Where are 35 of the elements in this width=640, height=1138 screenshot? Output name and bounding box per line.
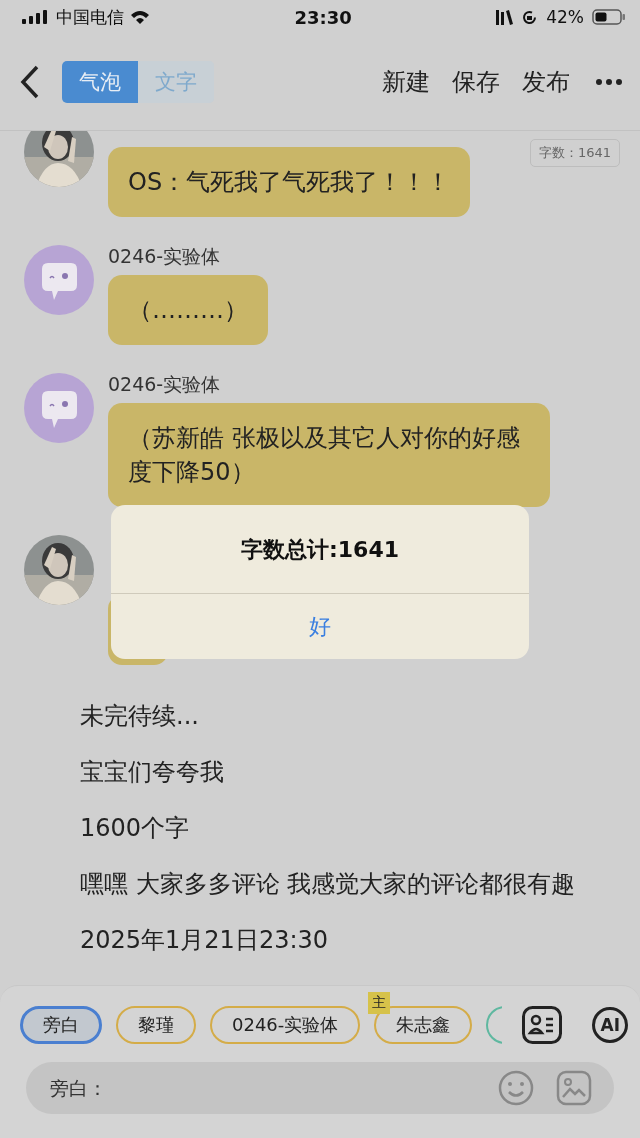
story-text: 1600个字 <box>79 813 191 844</box>
message-bubble: OS：气死我了气死我了！！！ <box>108 147 471 217</box>
toolbar-action[interactable]: 新建 <box>382 66 430 98</box>
carrier-name: 中国电信 <box>56 5 124 29</box>
wifi-icon <box>130 9 150 25</box>
bars-icon <box>496 9 514 25</box>
back-button[interactable] <box>20 65 40 99</box>
role-chip[interactable]: 0246-实验体 <box>210 1006 361 1044</box>
battery-percent: 42% <box>546 7 584 27</box>
role-chip[interactable]: 旁白 <box>20 1006 102 1044</box>
message-bubble: （苏新皓 张极以及其它人对你的好感度下降50） <box>108 403 550 507</box>
ai-button[interactable]: AI <box>592 1007 629 1043</box>
message-input[interactable]: 旁白： <box>48 1076 476 1100</box>
toolbar-action[interactable]: 发布 <box>522 66 570 98</box>
message-field[interactable]: 旁白： <box>26 1062 614 1114</box>
chat-bubble-avatar <box>24 245 94 315</box>
clock-time: 23:30 <box>293 6 353 28</box>
battery-icon <box>592 9 626 25</box>
sender-name: 0246-实验体 <box>108 373 221 395</box>
main-role-tag: 主 <box>368 992 391 1014</box>
more-icon[interactable] <box>596 79 622 85</box>
word-count-badge: 字数：1641 <box>529 139 620 167</box>
toolbar-action[interactable]: 保存 <box>452 66 500 98</box>
message-bubble: （………） <box>108 275 268 345</box>
role-list-icon[interactable] <box>522 1006 563 1044</box>
sender-name: 0246-实验体 <box>108 245 221 267</box>
story-text: 未完待续... <box>79 701 200 732</box>
chat-bubble-avatar <box>24 373 94 443</box>
rotation-lock-icon <box>521 8 539 26</box>
role-chip[interactable]: 黎瑾 <box>116 1006 196 1044</box>
alert-title: 字数总计:1641 <box>240 536 400 564</box>
story-text: 宝宝们夸夸我 <box>79 757 225 788</box>
signal-icon <box>22 10 50 24</box>
story-text: 嘿嘿 大家多多评论 我感觉大家的评论都很有趣 <box>79 869 577 900</box>
story-text: 2025年1月21日23:30 <box>79 925 330 956</box>
